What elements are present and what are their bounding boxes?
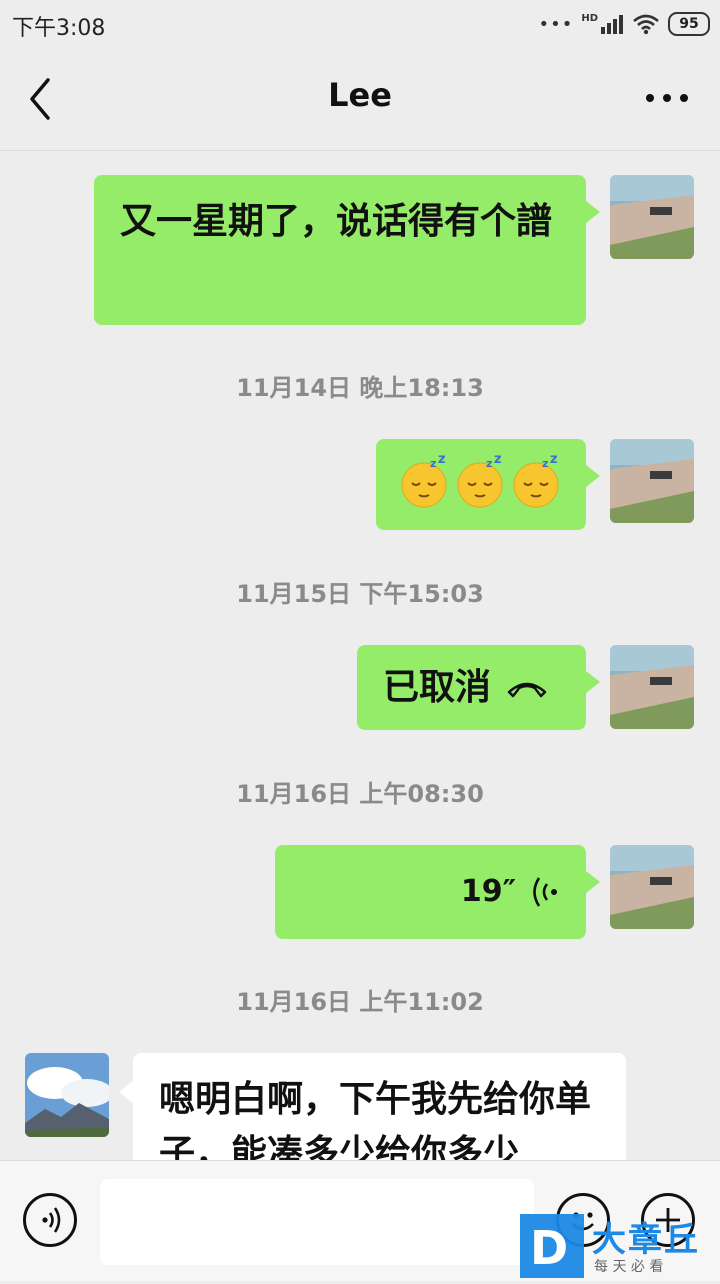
message-bubble[interactable]: 嗯明白啊，下午我先给你单子，能凑多少给你多少 — [119, 1053, 626, 1160]
voice-duration: 19″ — [460, 874, 516, 909]
voice-icon — [42, 1207, 61, 1233]
message-bubble[interactable]: z z z z z z 😴😴😴 — [376, 439, 600, 530]
my-avatar[interactable] — [610, 175, 694, 259]
voice-input-button[interactable] — [23, 1193, 77, 1247]
call-status-text: 已取消 — [383, 666, 492, 708]
message-input[interactable] — [100, 1179, 534, 1265]
svg-text:z: z — [430, 457, 436, 470]
page-title: Lee — [328, 76, 392, 114]
more-signal-icon: ••• — [538, 13, 574, 35]
avatar-image — [610, 845, 694, 929]
voice-message-bubble[interactable]: 19″ — [275, 845, 600, 939]
wifi-icon — [633, 14, 659, 35]
svg-text:z: z — [542, 457, 548, 470]
contact-avatar[interactable] — [25, 1053, 109, 1137]
status-icons: ••• HD 95 — [538, 10, 710, 38]
timestamp: 11月14日 晚上18:13 — [236, 374, 484, 402]
sleeping-face-icon: z z — [457, 455, 503, 508]
watermark-slogan: 每 天 必 看 — [594, 1259, 664, 1275]
more-options-icon[interactable] — [642, 78, 692, 118]
battery-icon: 95 — [668, 12, 710, 36]
watermark: D 大章丘 每 天 必 看 — [520, 1212, 720, 1280]
sleeping-face-icon: z z — [401, 455, 447, 508]
message-bubble[interactable]: 已取消 — [357, 645, 600, 730]
message-text: 又一星期了，说话得有个譜 — [120, 201, 553, 242]
svg-text:z: z — [550, 455, 558, 467]
chat-header: Lee — [0, 48, 720, 151]
svg-text:z: z — [438, 455, 446, 467]
hd-label: HD — [581, 12, 598, 24]
svg-text:z: z — [486, 457, 492, 470]
hangup-phone-icon — [507, 682, 547, 697]
status-time: 下午3:08 — [12, 16, 106, 41]
status-bar: 下午3:08 ••• HD 95 — [0, 0, 720, 48]
emoji-row: z z z z z z — [396, 455, 566, 509]
watermark-brand: 大章丘 — [592, 1220, 700, 1260]
my-avatar[interactable] — [610, 645, 694, 729]
avatar-image — [25, 1053, 109, 1137]
avatar-image — [610, 175, 694, 259]
message-bubble[interactable]: 又一星期了，说话得有个譜 — [94, 175, 600, 325]
chat-area[interactable]: 又一星期了，说话得有个譜 11月14日 晚上18:13 z z z z z z … — [0, 150, 720, 1160]
svg-text:z: z — [494, 455, 502, 467]
message-text: 嗯明白啊，下午我先给你单子，能凑多少给你多少 — [159, 1079, 592, 1160]
emoji-text: 😴😴😴 — [396, 509, 397, 510]
sleeping-face-icon: z z — [513, 455, 559, 508]
voice-wave-icon — [533, 877, 557, 907]
my-avatar[interactable] — [610, 845, 694, 929]
cell-signal-icon — [601, 15, 623, 34]
timestamp: 11月16日 上午11:02 — [236, 988, 484, 1016]
avatar-image — [610, 645, 694, 729]
timestamp: 11月16日 上午08:30 — [236, 780, 484, 808]
my-avatar[interactable] — [610, 439, 694, 523]
watermark-letter: D — [530, 1221, 568, 1275]
avatar-image — [610, 439, 694, 523]
timestamp: 11月15日 下午15:03 — [236, 580, 484, 608]
